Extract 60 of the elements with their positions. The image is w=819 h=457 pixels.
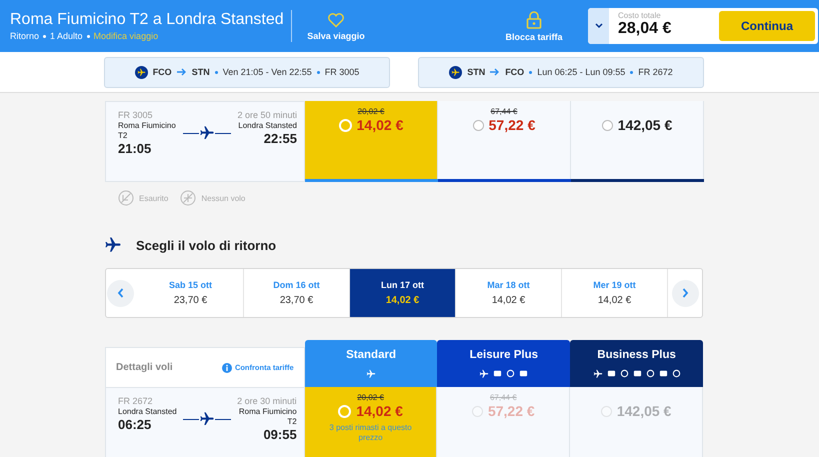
plane-icon bbox=[592, 368, 603, 378]
departure-time: 21:05 bbox=[118, 141, 152, 157]
arrow-icon bbox=[176, 68, 187, 76]
route-title: Roma Fiumicino T2 a Londra Stansted bbox=[10, 10, 284, 30]
fare-price: 142,05 € bbox=[616, 403, 672, 419]
origin-city: Londra Stansted bbox=[118, 407, 177, 417]
original-price: 67,44 € bbox=[490, 393, 517, 403]
fare-price: 14,02 € bbox=[356, 403, 403, 419]
fare-price: 57,22 € bbox=[488, 117, 536, 133]
plane-icon bbox=[104, 236, 122, 254]
legend-label: Esaurito bbox=[139, 194, 168, 202]
fare-option[interactable]: 142,05 € bbox=[571, 101, 704, 179]
seats-left-note: 3 posti rimasti a questo prezzo bbox=[328, 423, 413, 443]
lock-icon bbox=[526, 10, 542, 28]
fare-price: 57,22 € bbox=[488, 403, 535, 419]
destination-terminal: T2 bbox=[287, 417, 297, 427]
flight-summary-chip[interactable]: FCO STN Ven 21:05 - Ven 22:55 FR 3005 bbox=[104, 56, 390, 88]
chevron-down-icon bbox=[594, 23, 602, 29]
flight-summary-chip[interactable]: STN FCO Lun 06:25 - Lun 09:55 FR 2672 bbox=[418, 56, 704, 88]
trip-info: 1 Adulto bbox=[50, 31, 83, 41]
arrival-time: 22:55 bbox=[264, 131, 297, 147]
fare-option[interactable]: 20,02 € 14,02 € 3 posti rimasti a questo prezzo bbox=[304, 387, 438, 457]
fare-option[interactable]: 67,44 € 57,22 € bbox=[438, 101, 571, 179]
original-price: 20,02 € bbox=[358, 107, 384, 117]
departure-time: 06:25 bbox=[118, 417, 152, 433]
original-price: 20,02 € bbox=[357, 393, 384, 403]
flight-number: FR 2672 bbox=[118, 396, 154, 407]
flight-duration: 2 ore 30 minuti bbox=[237, 396, 297, 407]
flight-number: FR 3005 bbox=[118, 110, 154, 121]
info-icon bbox=[222, 362, 232, 372]
fare-column-header: Business Plus bbox=[570, 340, 703, 387]
section-title: Scegli il volo di ritorno bbox=[136, 238, 276, 252]
origin-city: Roma Fiumicino bbox=[118, 121, 176, 131]
fare-price: 142,05 € bbox=[618, 117, 672, 133]
fare-column-header: Leisure Plus bbox=[437, 340, 570, 387]
arrow-icon bbox=[490, 68, 500, 76]
fare-column-header: Standard bbox=[304, 340, 438, 387]
heart-icon bbox=[327, 12, 345, 28]
date-tab[interactable]: Lun 17 ott 14,02 € bbox=[350, 269, 456, 317]
sold-out-icon bbox=[118, 190, 134, 206]
fare-option[interactable]: 20,02 € 14,02 € bbox=[305, 101, 438, 179]
plane-icon bbox=[366, 368, 376, 378]
total-label: Costo totale bbox=[618, 11, 662, 20]
total-price: 28,04 € bbox=[618, 20, 672, 38]
details-label: Dettagli voli bbox=[116, 362, 173, 373]
arrival-time: 09:55 bbox=[263, 427, 297, 443]
destination-city: Roma Fiumicino bbox=[238, 407, 297, 417]
original-price: 67,44 € bbox=[490, 107, 518, 117]
destination-city: Londra Stansted bbox=[238, 121, 297, 131]
radio-button[interactable] bbox=[472, 120, 484, 130]
origin-terminal: T2 bbox=[118, 131, 128, 141]
trip-info: Ritorno bbox=[10, 31, 40, 41]
radio-button[interactable] bbox=[602, 120, 613, 130]
legend-label: Nessun volo bbox=[201, 194, 246, 202]
plane-icon bbox=[479, 368, 490, 378]
flight-duration: 2 ore 50 minuti bbox=[237, 110, 297, 121]
no-flight-icon bbox=[180, 190, 196, 206]
fare-price: 14,02 € bbox=[356, 117, 404, 133]
continue-button[interactable]: Continua bbox=[719, 11, 815, 41]
expand-button[interactable] bbox=[588, 8, 609, 44]
